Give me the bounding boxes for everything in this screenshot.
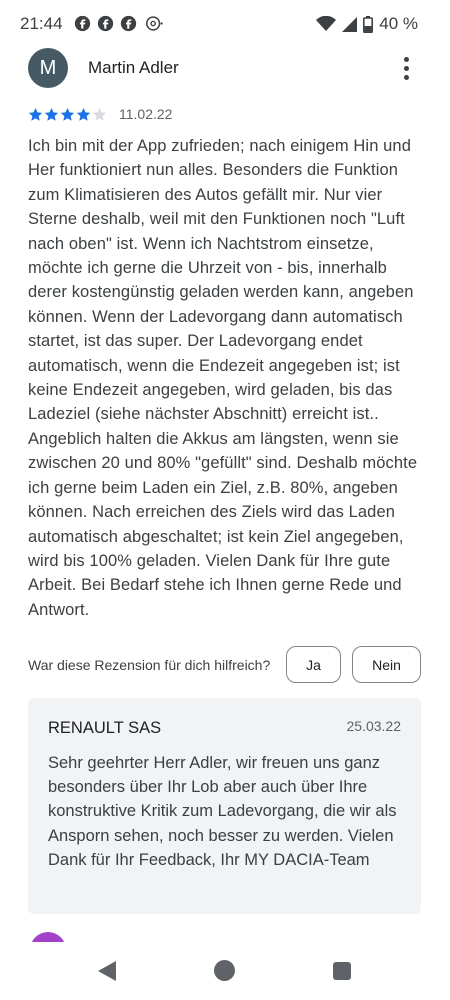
battery-icon — [363, 15, 374, 33]
star-filled-icon — [28, 107, 43, 121]
reply-date: 25.03.22 — [346, 718, 402, 734]
developer-reply: RENAULT SAS 25.03.22 Sehr geehrter Herr … — [28, 698, 421, 914]
rating-row: 11.02.22 — [28, 106, 172, 122]
home-icon[interactable] — [214, 960, 235, 981]
status-time: 21:44 — [20, 14, 63, 33]
reviewer-avatar: M — [28, 48, 68, 88]
star-filled-icon — [44, 107, 59, 121]
star-filled-icon — [76, 107, 91, 121]
star-empty-icon — [92, 107, 107, 121]
notification-icons — [74, 15, 165, 32]
wifi-icon — [316, 16, 337, 31]
battery-percentage: 40 % — [379, 14, 418, 33]
helpful-yes-button[interactable]: Ja — [286, 646, 341, 683]
more-vert-icon — [403, 56, 409, 62]
more-options-button[interactable] — [392, 52, 420, 84]
facebook-icon — [74, 15, 91, 32]
review-text: Ich bin mit der App zufrieden; nach eini… — [28, 137, 418, 619]
facebook-icon — [97, 15, 114, 32]
status-bar: 21:44 40 % — [0, 0, 450, 48]
threads-icon — [146, 16, 163, 31]
star-rating — [28, 107, 107, 122]
reply-author: RENAULT SAS — [48, 719, 162, 737]
star-filled-icon — [60, 107, 75, 121]
facebook-icon — [120, 15, 137, 32]
recents-icon[interactable] — [333, 962, 351, 980]
helpful-question: War diese Rezension für dich hilfreich? — [28, 657, 271, 673]
helpful-row: War diese Rezension für dich hilfreich? … — [28, 646, 422, 686]
review-date: 11.02.22 — [119, 106, 173, 122]
reviewer-name: Martin Adler — [88, 58, 179, 77]
signal-icon — [342, 16, 358, 32]
back-icon[interactable] — [97, 960, 117, 982]
reply-text: Sehr geehrter Herr Adler, wir freuen uns… — [48, 754, 397, 869]
helpful-no-button[interactable]: Nein — [352, 646, 421, 683]
system-icons: 40 % — [316, 14, 418, 34]
